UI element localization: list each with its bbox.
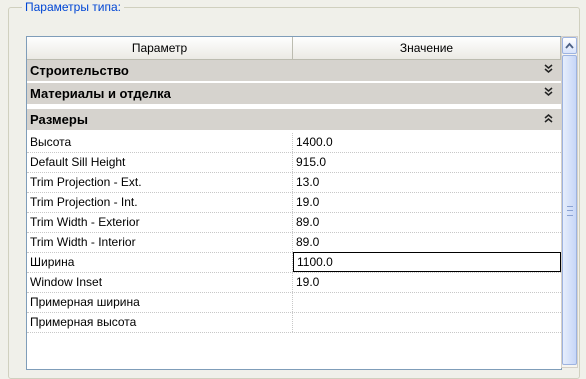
parameter-value[interactable]: 89.0 [293, 233, 561, 252]
group-label: Строительство [30, 63, 129, 78]
collapse-chevron-icon[interactable] [544, 109, 553, 131]
scroll-thumb[interactable] [562, 55, 577, 365]
column-header-value[interactable]: Значение [293, 37, 561, 59]
parameter-name: Trim Width - Exterior [27, 213, 293, 232]
parameter-value[interactable]: 13.0 [293, 173, 561, 192]
parameter-name: Примерная ширина [27, 293, 293, 312]
table-row[interactable]: Trim Projection - Int. 19.0 [27, 193, 561, 213]
table-row[interactable]: Ширина 1100.0 [27, 252, 561, 273]
groupbox-title: Параметры типа: [22, 0, 125, 14]
parameter-value-editor[interactable]: 1100.0 [293, 252, 561, 272]
table-row[interactable]: Window Inset 19.0 [27, 273, 561, 293]
properties-grid: Параметр Значение Строительство Материал… [26, 36, 562, 370]
parameter-value[interactable]: 19.0 [293, 193, 561, 212]
group-materials[interactable]: Материалы и отделка [27, 83, 561, 105]
table-row[interactable]: Default Sill Height 915.0 [27, 153, 561, 173]
parameter-value[interactable]: 19.0 [293, 273, 561, 292]
expand-chevron-icon[interactable] [544, 60, 553, 82]
grid-header: Параметр Значение [27, 37, 561, 60]
parameter-name: Trim Projection - Ext. [27, 173, 293, 192]
parameter-value[interactable] [293, 313, 561, 332]
parameter-name: Default Sill Height [27, 153, 293, 172]
column-header-parameter[interactable]: Параметр [27, 37, 293, 59]
parameter-name: Ширина [27, 253, 293, 272]
parameter-value[interactable]: 915.0 [293, 153, 561, 172]
parameter-name: Trim Projection - Int. [27, 193, 293, 212]
table-row[interactable]: Trim Projection - Ext. 13.0 [27, 173, 561, 193]
group-dimensions[interactable]: Размеры [27, 109, 561, 131]
table-row[interactable]: Trim Width - Interior 89.0 [27, 233, 561, 253]
parameter-name: Высота [27, 133, 293, 152]
parameter-value[interactable]: 1400.0 [293, 133, 561, 152]
parameter-value[interactable] [293, 293, 561, 312]
scroll-up-arrow-icon[interactable] [562, 37, 577, 54]
parameter-name: Примерная высота [27, 313, 293, 332]
group-label: Размеры [30, 112, 88, 127]
parameter-name: Window Inset [27, 273, 293, 292]
parameter-name: Trim Width - Interior [27, 233, 293, 252]
table-row[interactable]: Примерная ширина [27, 293, 561, 313]
expand-chevron-icon[interactable] [544, 83, 553, 105]
vertical-scrollbar[interactable] [561, 36, 578, 368]
group-label: Материалы и отделка [30, 86, 171, 101]
table-row[interactable]: Trim Width - Exterior 89.0 [27, 213, 561, 233]
parameter-value[interactable]: 89.0 [293, 213, 561, 232]
table-row[interactable]: Примерная высота [27, 313, 561, 333]
table-row[interactable]: Высота 1400.0 [27, 133, 561, 153]
grip-icon [567, 206, 573, 216]
group-construction[interactable]: Строительство [27, 60, 561, 82]
